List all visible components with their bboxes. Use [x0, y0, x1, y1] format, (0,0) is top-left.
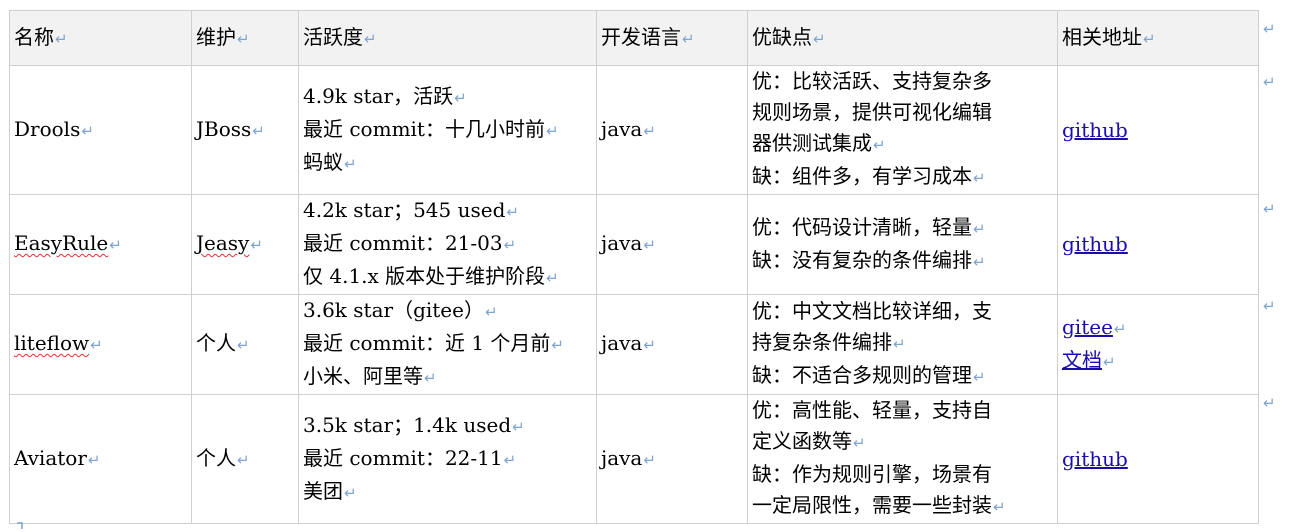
- gitee-link[interactable]: gitee: [1062, 315, 1113, 339]
- header-cell[interactable]: 名称↵: [9, 10, 192, 66]
- link-cell: github: [1057, 65, 1259, 195]
- header-cell[interactable]: 维护↵: [191, 10, 299, 66]
- paragraph-mark-icon: ↵: [973, 169, 986, 187]
- paragraph-mark-icon: ↵: [506, 203, 519, 221]
- link-cell: github: [1057, 194, 1259, 295]
- activity-cell[interactable]: 4.9k star，活跃↵ 最近 commit：十几小时前↵ 蚂蚁↵: [298, 65, 597, 195]
- link-cell: gitee↵ 文档↵: [1057, 294, 1259, 395]
- paragraph-mark-icon: ↵: [893, 335, 906, 353]
- maintainer-cell[interactable]: JBoss↵: [191, 65, 299, 195]
- paragraph-mark-icon: ↵: [109, 236, 122, 254]
- paragraph-mark-icon: ↵: [503, 236, 517, 254]
- language-cell[interactable]: java↵: [596, 294, 748, 395]
- paragraph-mark-icon: ↵: [503, 450, 517, 469]
- language-cell[interactable]: java↵: [596, 194, 748, 295]
- table-row: Drools↵ JBoss↵ 4.9k star，活跃↵ 最近 commit：十…: [9, 65, 1259, 195]
- paragraph-mark-icon: ↵: [454, 88, 467, 107]
- header-cell[interactable]: 优缺点↵: [747, 10, 1058, 66]
- header-cell[interactable]: 活跃度↵: [298, 10, 597, 66]
- paragraph-mark-icon: ↵: [873, 136, 886, 154]
- paragraph-mark-icon: ↵: [55, 29, 68, 48]
- row-end-mark-icon: ↵: [1263, 394, 1276, 412]
- paragraph-mark-icon: ↵: [90, 336, 103, 354]
- paragraph-end-icon: [17, 522, 23, 529]
- paragraph-mark-icon: ↵: [973, 252, 986, 271]
- paragraph-mark-icon: ↵: [551, 336, 564, 354]
- docs-link[interactable]: 文档: [1062, 348, 1102, 372]
- paragraph-mark-icon: ↵: [1113, 319, 1127, 338]
- table-row: EasyRule↵ Jeasy↵ 4.2k star；545 used↵ 最近 …: [9, 194, 1259, 295]
- paragraph-mark-icon: ↵: [973, 368, 986, 386]
- name-cell[interactable]: Aviator↵: [9, 394, 192, 524]
- github-link[interactable]: github: [1062, 118, 1128, 142]
- language-cell[interactable]: java↵: [596, 394, 748, 524]
- row-end-mark-icon: ↵: [1263, 200, 1276, 218]
- paragraph-mark-icon: ↵: [643, 121, 656, 140]
- paragraph-mark-icon: ↵: [250, 236, 263, 254]
- paragraph-mark-icon: ↵: [237, 336, 250, 354]
- activity-cell[interactable]: 3.5k star；1.4k used↵ 最近 commit：22-11↵ 美团…: [298, 394, 597, 524]
- row-end-mark-icon: ↵: [1263, 73, 1276, 91]
- paragraph-mark-icon: ↵: [237, 29, 250, 48]
- github-link[interactable]: github: [1062, 232, 1128, 256]
- header-cell[interactable]: 相关地址↵: [1057, 10, 1259, 66]
- paragraph-mark-icon: ↵: [643, 450, 656, 469]
- paragraph-mark-icon: ↵: [993, 498, 1006, 516]
- paragraph-mark-icon: ↵: [344, 483, 357, 502]
- row-end-mark-icon: ↵: [1263, 297, 1276, 315]
- table-row: Aviator↵ 个人↵ 3.5k star；1.4k used↵ 最近 com…: [9, 394, 1259, 524]
- paragraph-mark-icon: ↵: [484, 303, 498, 321]
- maintainer-cell[interactable]: 个人↵: [191, 294, 299, 395]
- paragraph-mark-icon: ↵: [682, 29, 695, 48]
- paragraph-mark-icon: ↵: [973, 219, 986, 238]
- paragraph-mark-icon: ↵: [364, 29, 377, 48]
- pros-cons-cell[interactable]: 优：中文文档比较详细，支 持复杂条件编排↵ 缺：不适合多规则的管理↵: [747, 294, 1058, 395]
- comparison-table: 名称↵ 维护↵ 活跃度↵ 开发语言↵ 优缺点↵ 相关地址↵ Drools↵ JB…: [9, 10, 1259, 524]
- link-cell: github: [1057, 394, 1259, 524]
- paragraph-mark-icon: ↵: [252, 121, 265, 140]
- pros-cons-cell[interactable]: 优：代码设计清晰，轻量↵ 缺：没有复杂的条件编排↵: [747, 194, 1058, 295]
- pros-cons-cell[interactable]: 优：比较活跃、支持复杂多 规则场景，提供可视化编辑 器供测试集成↵ 缺：组件多，…: [747, 65, 1058, 195]
- paragraph-mark-icon: ↵: [546, 269, 559, 287]
- table-header-row: 名称↵ 维护↵ 活跃度↵ 开发语言↵ 优缺点↵ 相关地址↵: [9, 10, 1259, 66]
- maintainer-cell[interactable]: Jeasy↵: [191, 194, 299, 295]
- paragraph-mark-icon: ↵: [643, 336, 656, 354]
- activity-cell[interactable]: 3.6k star（gitee）↵ 最近 commit：近 1 个月前↵ 小米、…: [298, 294, 597, 395]
- name-cell[interactable]: EasyRule↵: [9, 194, 192, 295]
- name-cell[interactable]: liteflow↵: [9, 294, 192, 395]
- paragraph-mark-icon: ↵: [643, 236, 656, 254]
- paragraph-mark-icon: ↵: [424, 369, 437, 387]
- github-link[interactable]: github: [1062, 447, 1128, 471]
- name-cell[interactable]: Drools↵: [9, 65, 192, 195]
- table-row: liteflow↵ 个人↵ 3.6k star（gitee）↵ 最近 commi…: [9, 294, 1259, 395]
- paragraph-mark-icon: ↵: [81, 121, 94, 140]
- paragraph-mark-icon: ↵: [1143, 29, 1156, 48]
- paragraph-mark-icon: ↵: [1103, 352, 1116, 371]
- paragraph-mark-icon: ↵: [545, 121, 559, 140]
- paragraph-mark-icon: ↵: [512, 417, 525, 436]
- activity-cell[interactable]: 4.2k star；545 used↵ 最近 commit：21-03↵ 仅 4…: [298, 194, 597, 295]
- pros-cons-cell[interactable]: 优：高性能、轻量，支持自 定义函数等↵ 缺：作为规则引擎，场景有 一定局限性，需…: [747, 394, 1058, 524]
- paragraph-mark-icon: ↵: [813, 29, 826, 48]
- paragraph-mark-icon: ↵: [87, 450, 101, 469]
- header-cell[interactable]: 开发语言↵: [596, 10, 748, 66]
- paragraph-mark-icon: ↵: [344, 154, 357, 173]
- paragraph-mark-icon: ↵: [237, 450, 250, 469]
- paragraph-mark-icon: ↵: [853, 434, 866, 452]
- row-end-mark-icon: ↵: [1263, 20, 1276, 38]
- language-cell[interactable]: java↵: [596, 65, 748, 195]
- maintainer-cell[interactable]: 个人↵: [191, 394, 299, 524]
